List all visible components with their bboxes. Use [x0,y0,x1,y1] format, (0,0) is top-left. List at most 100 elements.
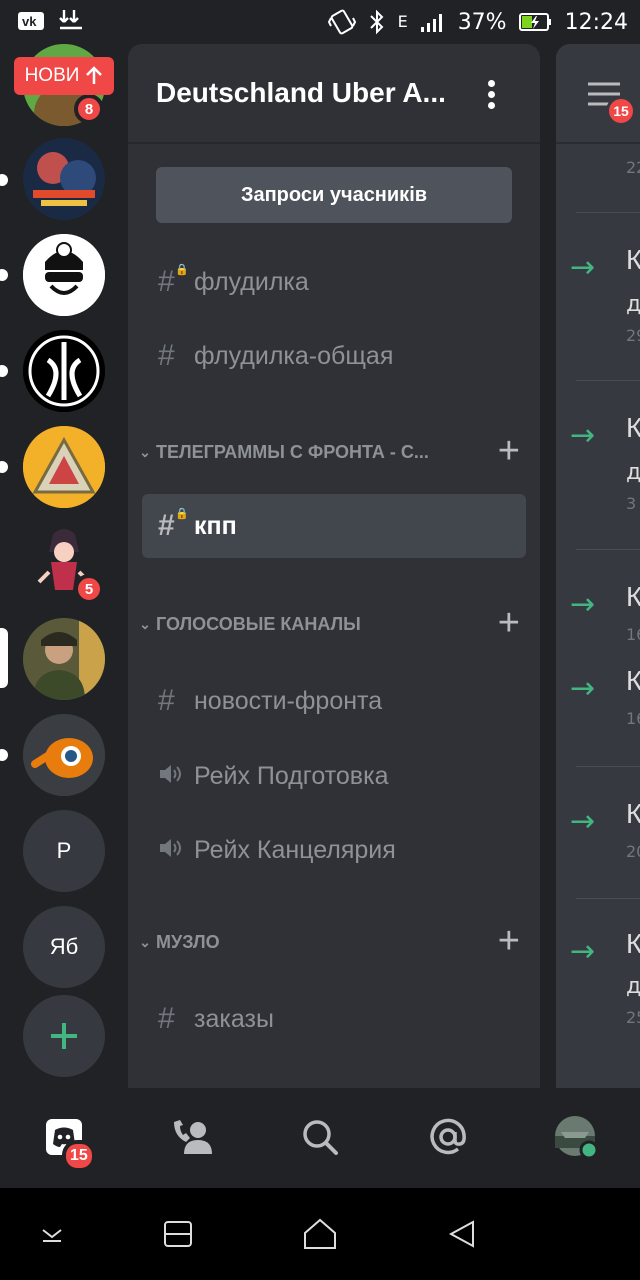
join-arrow-icon: → [570,418,596,453]
home-tab[interactable]: 15 [32,1112,96,1172]
channel-item-active[interactable]: # 🔒 кпп [142,494,526,558]
message-text: д [626,974,640,999]
add-channel-icon[interactable]: + [498,920,520,963]
speaker-icon [158,833,194,867]
server-rail: 8 5 Р Яб [0,44,128,1088]
channel-panel: Deutschland Uber A... Запроси учасників … [128,44,540,1088]
mentions-tab[interactable] [416,1112,480,1162]
add-channel-icon[interactable]: + [498,430,520,473]
message-author: К [626,244,640,275]
join-arrow-icon: → [570,671,596,706]
more-options-icon[interactable] [488,80,496,113]
channel-name: Рейх Подготовка [194,761,389,790]
friends-icon [174,1120,212,1154]
channel-name: новости-фронта [194,686,383,715]
server-yab[interactable]: Яб [23,906,105,988]
channel-item[interactable]: # новости-фронта [142,669,526,733]
server-portrait[interactable] [23,618,105,700]
friends-tab[interactable] [160,1112,224,1162]
message-meta: 20 [626,842,640,861]
server-p[interactable]: Р [23,810,105,892]
message-meta: 16 [626,625,640,644]
network-label: E [397,12,408,31]
bottom-nav: 15 [0,1088,640,1188]
network-e-icon: E [397,12,408,31]
chevron-down-icon: ⌄ [139,615,151,632]
message-author: К [626,412,640,443]
clock: 12:24 [564,9,628,35]
unread-dot [0,174,8,186]
voice-channel-item[interactable]: Рейх Подготовка [142,744,526,808]
message-meta: 16 [626,709,640,728]
new-messages-pill[interactable]: НОВИ [14,57,114,95]
back-button[interactable] [442,1216,482,1252]
join-arrow-icon: → [570,934,596,969]
bluetooth-icon [368,9,386,35]
server-star-wars[interactable] [23,138,105,220]
profile-tab[interactable] [544,1112,608,1162]
home-button[interactable] [300,1216,340,1252]
join-arrow-icon: → [570,587,596,622]
message-text: д [626,460,640,485]
search-tab[interactable] [288,1112,352,1162]
back-triangle-icon [448,1220,474,1248]
unread-dot [0,365,8,377]
download-icon [58,8,86,34]
message-meta: 22 [626,158,640,177]
channel-item[interactable]: # флудилка-общая [142,324,526,388]
mentions-icon [430,1118,466,1155]
server-letter: Яб [49,934,79,959]
guild-name: Deutschland Uber A... [156,77,446,108]
svg-text:vk: vk [22,14,37,29]
search-icon [303,1120,338,1155]
guild-header[interactable]: Deutschland Uber A... [128,44,540,144]
channel-name: флудилка-общая [194,341,394,370]
divider [576,212,640,213]
server-blender[interactable] [23,714,105,796]
home-badge: 15 [62,1140,96,1172]
channel-item[interactable]: # 🔒 флудилка [142,250,526,314]
unread-dot [0,749,8,761]
message-author: К [626,798,640,829]
server-badge: 5 [74,574,104,604]
chat-panel-peek[interactable]: 15 22 → К д 29 → К д 3 → К 16 → К 16 → К… [556,44,640,1088]
chevron-down-icon: ⌄ [139,443,151,460]
vibrate-icon [327,8,356,36]
profile-avatar [555,1116,599,1160]
server-cap-skull[interactable] [23,234,105,316]
system-nav-bar [0,1188,640,1280]
server-emblem[interactable] [23,330,105,412]
menu-badge: 15 [606,96,636,126]
add-server-button[interactable] [23,995,105,1077]
divider [576,898,640,899]
chevron-down-icon [42,1229,62,1242]
vk-icon: vk [18,12,44,30]
hash-icon: # [158,684,175,717]
channel-item[interactable]: # заказы [142,987,526,1051]
channel-name: Рейх Канцелярия [194,835,396,864]
unread-dot [0,269,8,281]
battery-icon [518,12,553,32]
category-header[interactable]: ⌄ МУЗЛО + [134,920,534,962]
server-triangle[interactable] [23,426,105,508]
channel-name: кпп [194,511,237,540]
plus-icon [51,1023,77,1049]
new-pill-label: НОВИ [24,65,80,86]
channel-name: заказы [194,1004,274,1033]
category-header[interactable]: ⌄ ТЕЛЕГРАММЫ С ФРОНТА - С... + [134,430,534,472]
message-text: д [626,292,640,317]
collapse-nav-button[interactable] [32,1216,72,1252]
speaker-icon [158,759,194,793]
join-arrow-icon: → [570,250,596,285]
arrow-up-icon [86,66,103,84]
hash-lock-icon: # 🔒 [158,264,189,298]
category-label: ГОЛОСОВЫЕ КАНАЛЫ [156,613,361,634]
member-requests-button[interactable]: Запроси учасників [156,167,512,223]
divider [576,766,640,767]
recents-button[interactable] [158,1216,198,1252]
voice-channel-item[interactable]: Рейх Канцелярия [142,818,526,882]
server-badge: 8 [74,94,104,124]
add-channel-icon[interactable]: + [498,602,520,645]
signal-icon [420,11,446,33]
category-header[interactable]: ⌄ ГОЛОСОВЫЕ КАНАЛЫ + [134,602,534,644]
